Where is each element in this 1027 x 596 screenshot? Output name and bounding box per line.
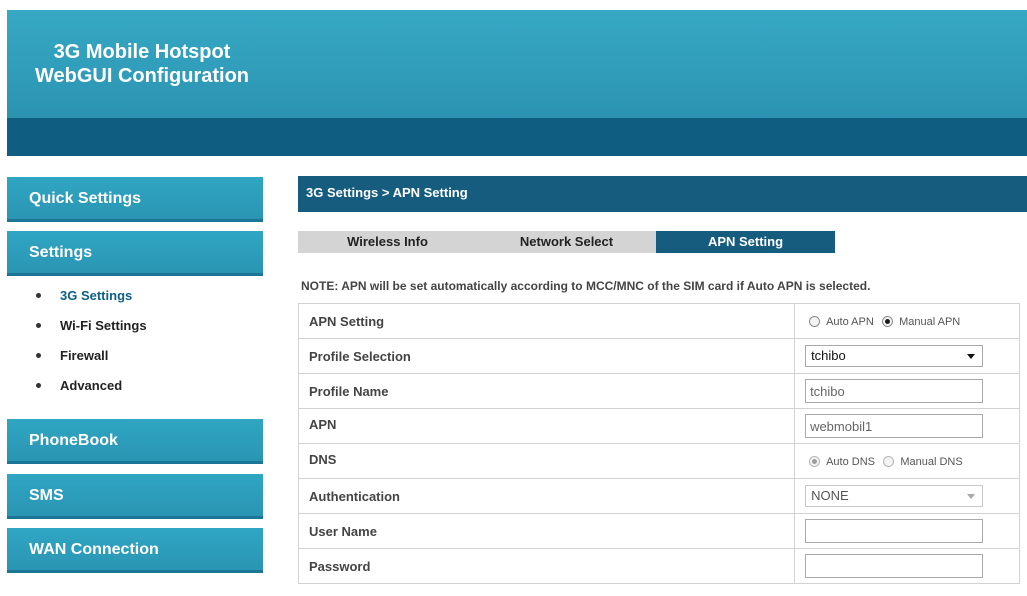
apn-settings-form: APN Setting Auto APN Manual APN Profile … bbox=[297, 303, 1020, 584]
chevron-down-icon bbox=[967, 354, 976, 359]
label-password: Password bbox=[297, 548, 796, 584]
submenu-item-firewall[interactable]: Firewall bbox=[36, 347, 147, 377]
label-user-name: User Name bbox=[297, 513, 796, 549]
row-profile-name: Profile Name bbox=[297, 373, 1020, 409]
cell-password bbox=[794, 548, 1020, 584]
label-manual-dns: Manual DNS bbox=[900, 455, 963, 468]
radio-manual-dns[interactable] bbox=[883, 456, 895, 468]
user-name-field[interactable] bbox=[805, 519, 984, 543]
label-authentication: Authentication bbox=[297, 478, 796, 514]
app-title: 3G Mobile Hotspot WebGUI Configuration bbox=[7, 40, 277, 88]
row-password: Password bbox=[297, 548, 1020, 584]
tab-wireless-info[interactable]: Wireless Info bbox=[298, 231, 477, 253]
app-title-line1: 3G Mobile Hotspot bbox=[53, 41, 231, 63]
app-title-line2: WebGUI Configuration bbox=[34, 65, 250, 87]
sidebar-item-sms[interactable]: SMS bbox=[7, 474, 263, 519]
header-band bbox=[7, 118, 1027, 156]
label-manual-apn: Manual APN bbox=[899, 315, 961, 328]
tab-network-select[interactable]: Network Select bbox=[477, 231, 656, 253]
apn-field[interactable] bbox=[805, 414, 984, 438]
header-banner: 3G Mobile Hotspot WebGUI Configuration bbox=[7, 10, 1027, 156]
label-apn: APN bbox=[297, 408, 796, 444]
chevron-down-icon bbox=[967, 494, 976, 499]
sidebar-item-settings[interactable]: Settings bbox=[7, 231, 263, 276]
label-apn-setting: APN Setting bbox=[297, 303, 796, 339]
label-auto-apn: Auto APN bbox=[826, 315, 874, 328]
tab-bar: Wireless Info Network Select APN Setting bbox=[298, 231, 835, 253]
profile-selection-value: tchibo bbox=[811, 348, 846, 363]
cell-profile-selection: tchibo bbox=[794, 338, 1020, 374]
profile-name-field[interactable] bbox=[805, 379, 984, 403]
submenu-item-advanced[interactable]: Advanced bbox=[36, 377, 147, 407]
row-user-name: User Name bbox=[297, 513, 1020, 549]
label-profile-name: Profile Name bbox=[297, 373, 796, 409]
radio-manual-apn[interactable] bbox=[882, 316, 894, 328]
label-profile-selection: Profile Selection bbox=[297, 338, 796, 374]
authentication-value: NONE bbox=[811, 488, 849, 503]
password-field[interactable] bbox=[805, 554, 984, 578]
radio-auto-apn[interactable] bbox=[809, 316, 821, 328]
row-profile-selection: Profile Selection tchibo bbox=[297, 338, 1020, 374]
settings-submenu: 3G Settings Wi-Fi Settings Firewall Adva… bbox=[36, 287, 147, 407]
tab-apn-setting[interactable]: APN Setting bbox=[656, 231, 835, 253]
cell-user-name bbox=[794, 513, 1020, 549]
label-dns: DNS bbox=[297, 443, 796, 479]
submenu-item-wifi-settings[interactable]: Wi-Fi Settings bbox=[36, 317, 147, 347]
row-apn-setting: APN Setting Auto APN Manual APN bbox=[297, 303, 1020, 339]
row-apn: APN bbox=[297, 408, 1020, 444]
cell-apn bbox=[794, 408, 1020, 444]
submenu-item-3g-settings[interactable]: 3G Settings bbox=[36, 287, 147, 317]
row-authentication: Authentication NONE bbox=[297, 478, 1020, 514]
row-dns: DNS Auto DNS Manual DNS bbox=[297, 443, 1020, 479]
dns-mode-radios: Auto DNS Manual DNS bbox=[794, 443, 1020, 479]
apn-note: NOTE: APN will be set automatically acco… bbox=[301, 279, 871, 293]
label-auto-dns: Auto DNS bbox=[826, 455, 875, 468]
profile-selection-dropdown[interactable]: tchibo bbox=[805, 345, 984, 367]
cell-profile-name bbox=[794, 373, 1020, 409]
cell-authentication: NONE bbox=[794, 478, 1020, 514]
sidebar-item-phonebook[interactable]: PhoneBook bbox=[7, 419, 263, 464]
authentication-dropdown[interactable]: NONE bbox=[805, 485, 984, 507]
sidebar-item-quick-settings[interactable]: Quick Settings bbox=[7, 177, 263, 222]
sidebar-item-wan-connection[interactable]: WAN Connection bbox=[7, 528, 263, 573]
breadcrumb: 3G Settings > APN Setting bbox=[298, 176, 1027, 212]
radio-auto-dns[interactable] bbox=[809, 456, 821, 468]
apn-mode-radios: Auto APN Manual APN bbox=[794, 303, 1020, 339]
